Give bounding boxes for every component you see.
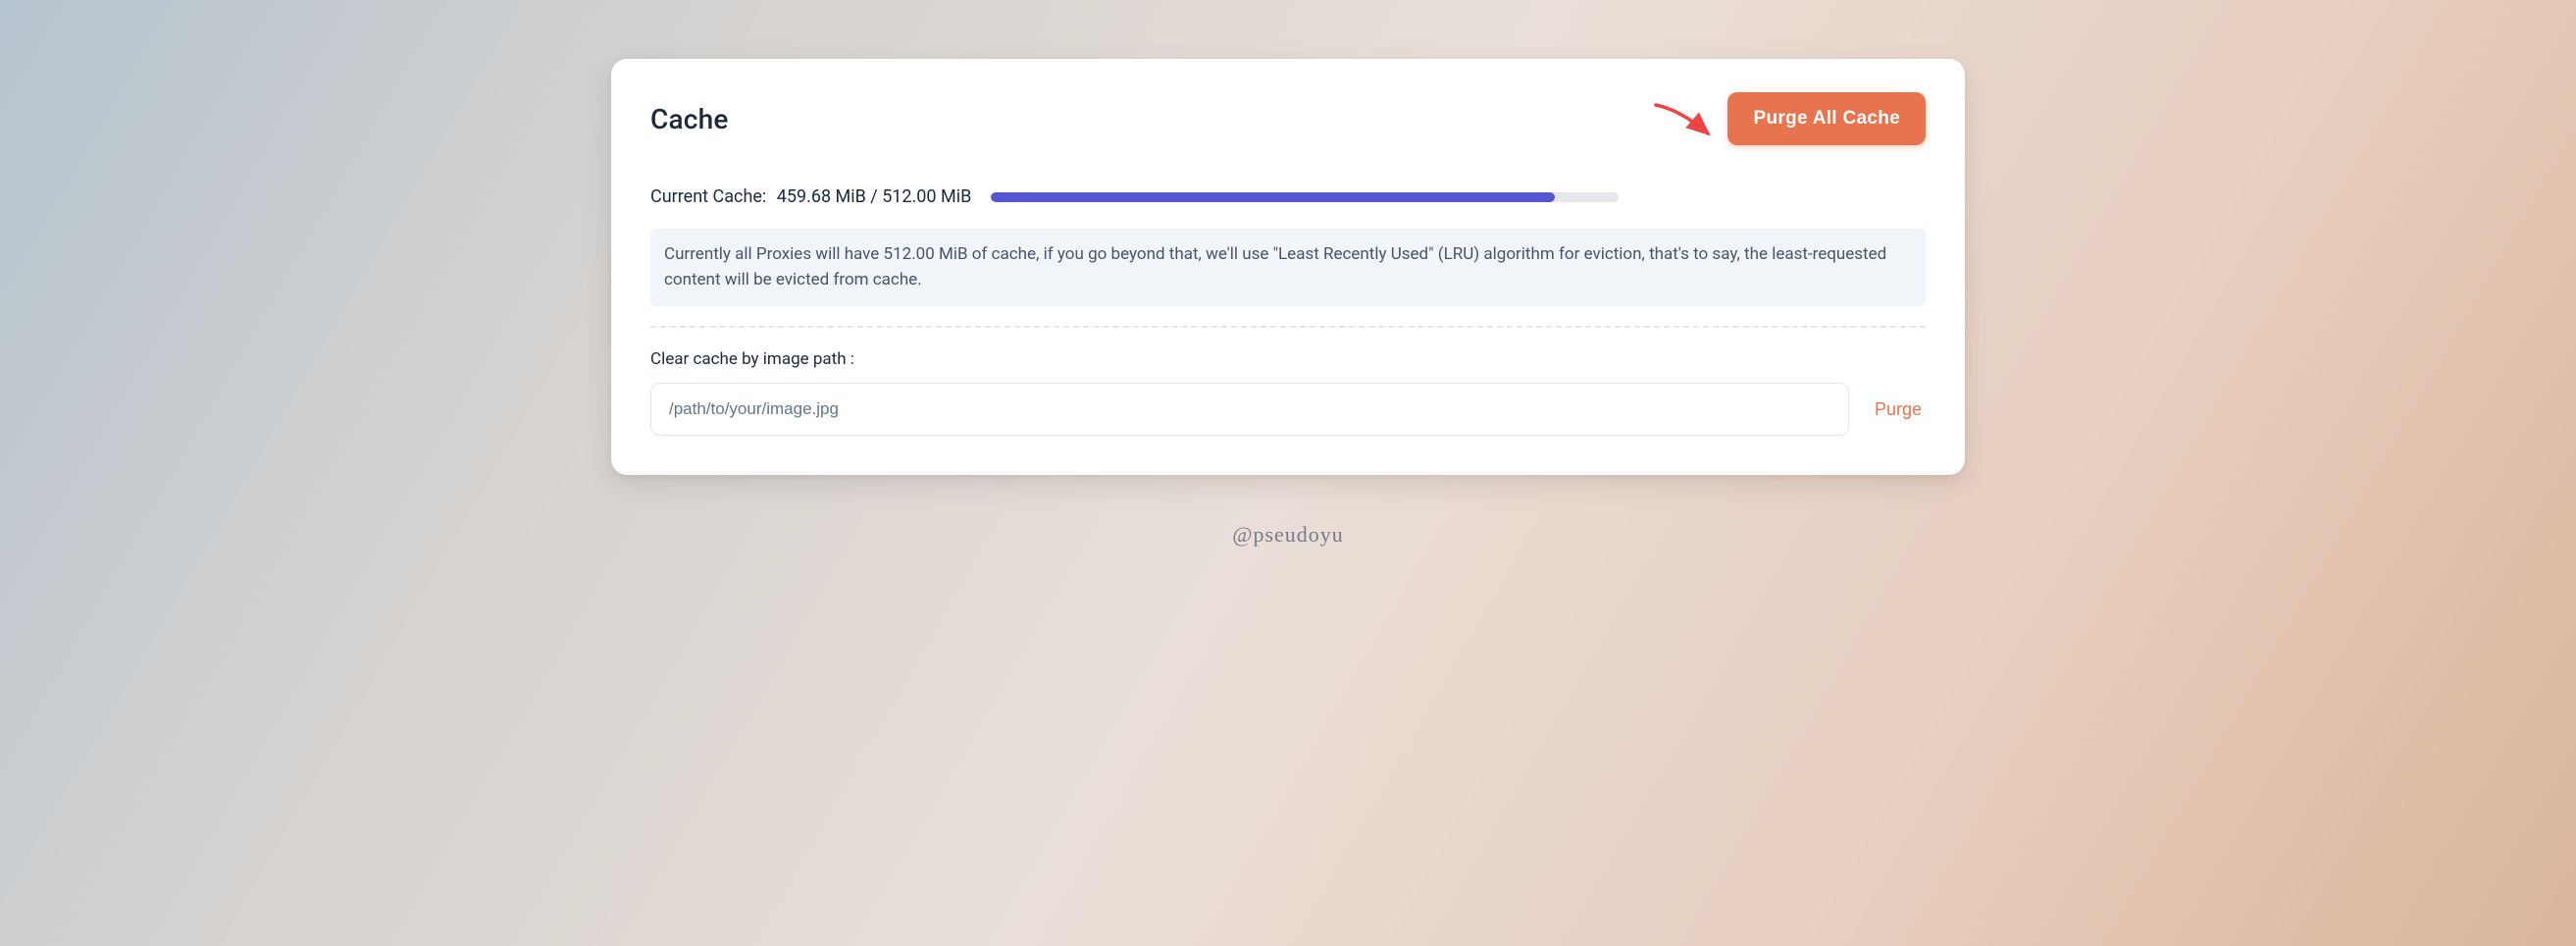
purge-all-button[interactable]: Purge All Cache — [1727, 92, 1926, 145]
watermark: @pseudoyu — [1232, 522, 1344, 548]
cache-info-box: Currently all Proxies will have 512.00 M… — [650, 229, 1926, 306]
cache-progress — [991, 192, 1619, 202]
image-path-input[interactable] — [650, 383, 1849, 436]
purge-button[interactable]: Purge — [1871, 392, 1926, 428]
cache-progress-fill — [991, 192, 1555, 202]
section-divider — [650, 326, 1926, 328]
card-header: Cache Purge All Cache — [650, 92, 1926, 145]
cache-card: Cache Purge All Cache Current Cache: 459… — [611, 59, 1965, 475]
cache-usage-value: 459.68 MiB / 512.00 MiB — [777, 186, 972, 207]
clear-path-row: Purge — [650, 383, 1926, 436]
cache-usage-label: Current Cache: 459.68 MiB / 512.00 MiB — [650, 186, 971, 207]
clear-path-label: Clear cache by image path : — [650, 349, 1926, 369]
cache-usage-row: Current Cache: 459.68 MiB / 512.00 MiB — [650, 186, 1926, 207]
cache-usage-key: Current Cache: — [650, 186, 766, 207]
card-title: Cache — [650, 103, 729, 135]
